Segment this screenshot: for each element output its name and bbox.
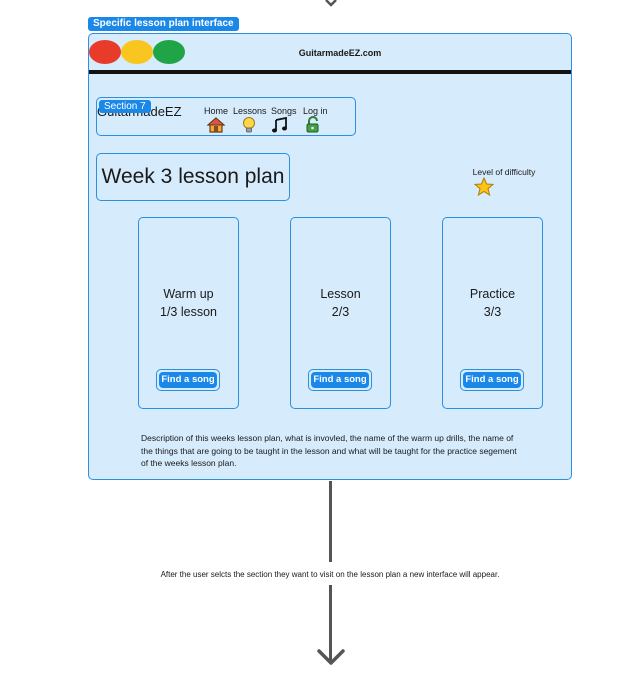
practice-find-song-button[interactable]: Find a song <box>463 372 521 388</box>
close-window-button[interactable] <box>89 40 121 64</box>
minimize-window-button[interactable] <box>121 40 153 64</box>
warm-up-card-progress: 1/3 lesson <box>160 305 217 319</box>
lock-icon[interactable] <box>304 116 322 134</box>
lesson-plan-description: Description of this weeks lesson plan, w… <box>141 433 517 468</box>
nav-lessons-label: Lessons <box>233 106 267 116</box>
warm-up-find-song-button[interactable]: Find a song <box>159 372 217 388</box>
nav-login[interactable]: Log in <box>303 106 328 116</box>
house-icon[interactable] <box>207 116 225 134</box>
star-icon <box>474 177 494 197</box>
maximize-window-button[interactable] <box>153 40 185 64</box>
lesson-find-song-button[interactable]: Find a song <box>311 372 369 388</box>
nav-login-label: Log in <box>303 106 328 116</box>
flow-caption: After the user selcts the section they w… <box>160 570 500 579</box>
nav-songs[interactable]: Songs <box>271 106 297 116</box>
incoming-arrow-icon <box>325 0 337 7</box>
practice-card-title: Practice <box>469 287 516 301</box>
difficulty-label: Level of difficulty <box>472 167 536 177</box>
lightbulb-icon[interactable] <box>240 116 258 134</box>
warm-up-card-title: Warm up <box>163 287 214 301</box>
page-title: Week 3 lesson plan <box>101 165 285 188</box>
section-badge: Section 7 <box>99 100 151 113</box>
nav-lessons[interactable]: Lessons <box>233 106 267 116</box>
warm-up-find-song-button-frame: Find a song <box>156 369 220 391</box>
lesson-card-progress: 2/3 <box>331 305 350 319</box>
practice-find-song-button-frame: Find a song <box>460 369 524 391</box>
down-arrow-icon <box>317 649 345 665</box>
browser-url: GuitarmadeEZ.com <box>298 48 382 58</box>
lesson-card-title: Lesson <box>320 287 361 301</box>
frame-label: Specific lesson plan interface <box>88 17 239 31</box>
nav-home[interactable]: Home <box>204 106 228 116</box>
practice-card-progress: 3/3 <box>483 305 502 319</box>
lesson-find-song-button-frame: Find a song <box>308 369 372 391</box>
nav-songs-label: Songs <box>271 106 297 116</box>
flow-connector-line <box>329 481 332 562</box>
music-note-icon[interactable] <box>271 116 289 134</box>
nav-home-label: Home <box>204 106 229 116</box>
browser-toolbar-divider <box>89 70 571 74</box>
